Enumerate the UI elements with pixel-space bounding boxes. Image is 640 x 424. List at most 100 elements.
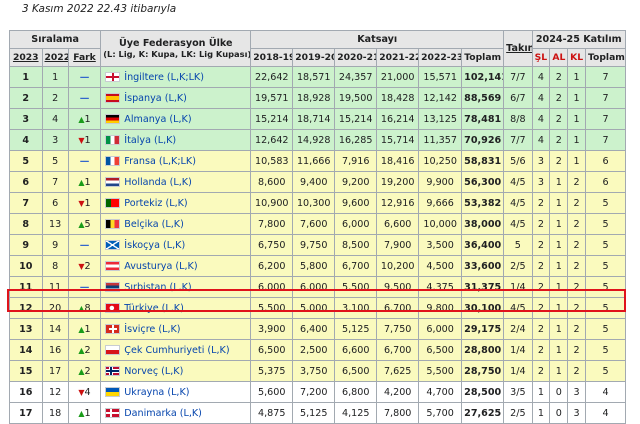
country-link[interactable]: İngiltere (L,K;LK) bbox=[124, 72, 204, 83]
country-link[interactable]: İsviçre (L,K) bbox=[124, 324, 180, 335]
header-fark[interactable]: Fark bbox=[67, 48, 102, 67]
coefficient-total: 38,000 bbox=[461, 213, 505, 235]
country-link[interactable]: İspanya (L,K) bbox=[124, 93, 187, 104]
season-coefficient: 11,666 bbox=[292, 150, 336, 172]
slots-al: 1 bbox=[549, 276, 569, 298]
country-cell: Almanya (L,K) bbox=[100, 108, 252, 130]
slots-kl: 3 bbox=[567, 381, 586, 403]
coefficient-total: 28,500 bbox=[461, 381, 505, 403]
header-federasyon-title: Üye Federasyon Ülke bbox=[118, 37, 233, 49]
header-2022[interactable]: 2022 bbox=[41, 48, 69, 67]
slots-sl: 2 bbox=[531, 276, 551, 298]
rank-change: ▲1 bbox=[67, 318, 102, 340]
table-row: 15 17 ▲2 Norveç (L,K) 5,375 3,750 6,500 7,625 5,… bbox=[9, 360, 627, 382]
country-link[interactable]: Çek Cumhuriyeti (L,K) bbox=[124, 345, 229, 356]
slots-al: 0 bbox=[549, 381, 569, 403]
rank-2023: 2 bbox=[9, 87, 43, 109]
season-coefficient: 5,800 bbox=[292, 255, 336, 277]
rank-2022: 13 bbox=[41, 213, 69, 235]
rank-2022: 11 bbox=[41, 276, 69, 298]
country-link[interactable]: Hollanda (L,K) bbox=[124, 177, 192, 188]
slots-kl: 2 bbox=[567, 213, 586, 235]
slots-al: 2 bbox=[549, 87, 569, 109]
rank-change-value: 4 bbox=[84, 386, 91, 398]
season-coefficient: 9,400 bbox=[292, 171, 336, 193]
slots-al: 1 bbox=[549, 339, 569, 361]
season-coefficient: 6,500 bbox=[334, 360, 378, 382]
rank-2023: 4 bbox=[9, 129, 43, 151]
rank-2022: 6 bbox=[41, 192, 69, 214]
rank-change: ▲1 bbox=[67, 402, 102, 424]
country-link[interactable]: Almanya (L,K) bbox=[124, 114, 191, 125]
country-link[interactable]: Sırbistan (L,K) bbox=[124, 282, 191, 293]
country-link[interactable]: Ukrayna (L,K) bbox=[124, 387, 189, 398]
country-link[interactable]: İtalya (L,K) bbox=[124, 135, 176, 146]
season-coefficient: 10,300 bbox=[292, 192, 336, 214]
table-row: 8 13 ▲5 Belçika (L,K) 7,800 7,600 6,000 6,600 10… bbox=[9, 213, 627, 235]
country-cell: Ukrayna (L,K) bbox=[100, 381, 252, 403]
season-coefficient: 6,400 bbox=[292, 318, 336, 340]
header-federasyon: Üye Federasyon Ülke (L: Lig, K: Kupa, LK… bbox=[100, 30, 252, 67]
country-link[interactable]: Norveç (L,K) bbox=[124, 366, 183, 377]
teams-remaining: 4/5 bbox=[503, 192, 533, 214]
slots-al: 2 bbox=[549, 129, 569, 151]
coefficient-total: 56,300 bbox=[461, 171, 505, 193]
season-coefficient: 3,100 bbox=[334, 297, 378, 319]
rank-2022: 5 bbox=[41, 150, 69, 172]
slots-kl: 2 bbox=[567, 339, 586, 361]
rank-2023: 13 bbox=[9, 318, 43, 340]
slots-total: 7 bbox=[584, 87, 627, 109]
country-link[interactable]: Türkiye (L,K) bbox=[124, 303, 184, 314]
rank-change-value: 2 bbox=[84, 344, 91, 356]
country-link[interactable]: Danimarka (L,K) bbox=[124, 408, 202, 419]
slots-total: 7 bbox=[584, 129, 627, 151]
season-coefficient: 5,375 bbox=[250, 360, 294, 382]
slots-sl: 2 bbox=[531, 192, 551, 214]
country-link[interactable]: Avusturya (L,K) bbox=[124, 261, 197, 272]
slots-kl: 1 bbox=[567, 87, 586, 109]
table-row: 2 2— İspanya (L,K) 19,571 18,928 19,500 18,428… bbox=[9, 87, 627, 109]
country-cell: Sırbistan (L,K) bbox=[100, 276, 252, 298]
country-link[interactable]: İskoçya (L,K) bbox=[124, 240, 185, 251]
header-toplam: Toplam bbox=[461, 48, 505, 67]
season-coefficient: 3,750 bbox=[292, 360, 336, 382]
header-2023[interactable]: 2023 bbox=[9, 48, 43, 67]
season-coefficient: 4,375 bbox=[418, 276, 463, 298]
season-coefficient: 9,500 bbox=[376, 276, 420, 298]
season-coefficient: 15,214 bbox=[334, 108, 378, 130]
uefa-coefficient-table: Sıralama Üye Federasyon Ülke (L: Lig, K:… bbox=[8, 30, 627, 424]
flag-icon bbox=[105, 344, 121, 355]
country-link[interactable]: Fransa (L,K;LK) bbox=[124, 156, 196, 167]
rank-2022: 16 bbox=[41, 339, 69, 361]
slots-kl: 1 bbox=[567, 66, 586, 88]
flag-icon bbox=[105, 365, 121, 376]
country-link[interactable]: Portekiz (L,K) bbox=[124, 198, 187, 209]
teams-remaining: 1/4 bbox=[503, 360, 533, 382]
season-coefficient: 21,000 bbox=[376, 66, 420, 88]
slots-total: 5 bbox=[584, 339, 627, 361]
coefficient-total: 31,375 bbox=[461, 276, 505, 298]
season-coefficient: 7,625 bbox=[376, 360, 420, 382]
teams-remaining: 5 bbox=[503, 234, 533, 256]
teams-remaining: 4/5 bbox=[503, 171, 533, 193]
slots-total: 4 bbox=[584, 402, 627, 424]
rank-2022: 2 bbox=[41, 87, 69, 109]
rank-change: ▲2 bbox=[67, 339, 102, 361]
table-row: 3 4 ▲1 Almanya (L,K) 15,214 18,714 15,214 16,21… bbox=[9, 108, 627, 130]
season-coefficient: 10,000 bbox=[418, 213, 463, 235]
country-cell: Fransa (L,K;LK) bbox=[100, 150, 252, 172]
country-cell: Danimarka (L,K) bbox=[100, 402, 252, 424]
slots-al: 2 bbox=[549, 66, 569, 88]
header-takim[interactable]: Takım bbox=[503, 30, 533, 67]
season-coefficient: 5,700 bbox=[418, 402, 463, 424]
country-link[interactable]: Belçika (L,K) bbox=[124, 219, 184, 230]
rank-change-value: 1 bbox=[84, 113, 91, 125]
flag-icon bbox=[105, 134, 121, 145]
slots-sl: 4 bbox=[531, 66, 551, 88]
season-coefficient: 5,500 bbox=[334, 276, 378, 298]
coefficient-total: 33,600 bbox=[461, 255, 505, 277]
slots-sl: 4 bbox=[531, 129, 551, 151]
season-coefficient: 6,700 bbox=[376, 339, 420, 361]
slots-sl: 3 bbox=[531, 150, 551, 172]
slots-total: 5 bbox=[584, 297, 627, 319]
